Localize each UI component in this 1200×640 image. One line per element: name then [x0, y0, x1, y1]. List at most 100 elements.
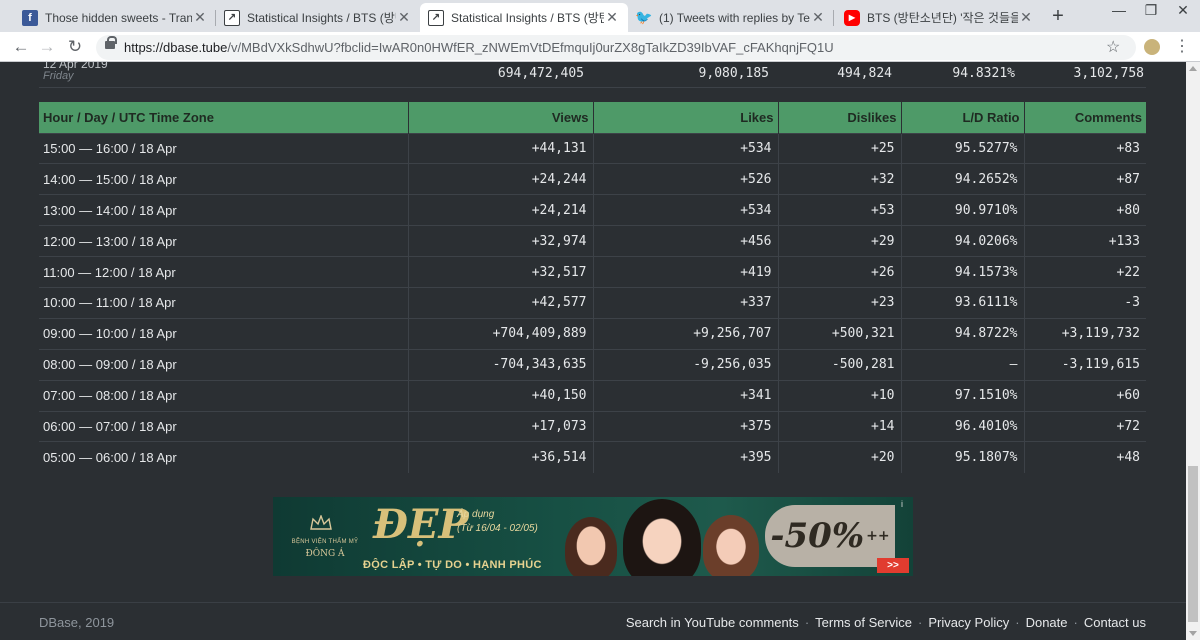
row-likes: +341: [593, 379, 779, 412]
ad-brand-line1: BỆNH VIỆN THẨM MỸ: [291, 539, 359, 545]
dbase-icon: ↗: [428, 9, 444, 26]
browser-menu-icon[interactable]: ⋮: [1174, 36, 1190, 56]
table-row: 05:00 — 06:00 / 18 Apr +36,514 +395 +20 95.1…: [39, 441, 1146, 473]
tab-dbase-1[interactable]: ↗ Statistical Insights / BTS (방탄소년단) '작은…: [216, 3, 420, 32]
row-likes: +534: [593, 132, 779, 164]
scrollbar-thumb[interactable]: [1188, 466, 1198, 622]
tab-title: Statistical Insights / BTS (방탄소년단) '작은 것…: [247, 11, 396, 25]
scroll-down-icon[interactable]: [1189, 631, 1197, 636]
close-icon[interactable]: ✕: [396, 9, 412, 26]
daily-dislikes: 494,824: [837, 66, 892, 81]
header-ratio: L/D Ratio: [901, 102, 1025, 133]
ad-headline: ĐẸP: [373, 501, 469, 548]
table-row: 13:00 — 14:00 / 18 Apr +24,214 +534 +53 90.9…: [39, 194, 1146, 226]
row-ratio: –: [901, 348, 1025, 381]
back-icon[interactable]: ←: [10, 36, 32, 58]
header-likes: Likes: [593, 102, 779, 133]
table-row: 15:00 — 16:00 / 18 Apr +44,131 +534 +25 95.5…: [39, 132, 1146, 164]
row-ratio: 94.0206%: [901, 225, 1025, 257]
tab-youtube[interactable]: ▶ BTS (방탄소년단) '작은 것들을 위한 시 (Boy With Luv…: [836, 3, 1042, 32]
row-hour: 12:00 — 13:00 / 18 Apr: [39, 225, 409, 257]
bookmark-star-icon[interactable]: ☆: [1106, 37, 1120, 57]
footer-link-privacy[interactable]: Privacy Policy: [928, 615, 1009, 630]
ad-info-icon[interactable]: i: [901, 499, 903, 509]
close-icon[interactable]: ✕: [604, 9, 620, 26]
row-likes: +419: [593, 256, 779, 288]
row-likes: +337: [593, 286, 779, 319]
advertisement-banner[interactable]: BỆNH VIỆN THẨM MỸ ĐÔNG Á ĐẸP Áp dụng (Từ…: [273, 497, 913, 576]
row-comments: +72: [1024, 410, 1146, 442]
row-views: +704,409,889: [408, 317, 594, 350]
footer-link-search-comments[interactable]: Search in YouTube comments: [626, 615, 799, 630]
row-ratio: 93.6111%: [901, 286, 1025, 319]
browser-toolbar: ← → ↻ https://dbase.tube/v/MBdVXkSdhwU?f…: [0, 32, 1200, 62]
row-likes: +9,256,707: [593, 317, 779, 350]
row-hour: 13:00 — 14:00 / 18 Apr: [39, 194, 409, 226]
tab-title: Those hidden sweets - Trang chủ: [45, 10, 192, 25]
row-dislikes: +26: [778, 256, 902, 288]
row-likes: -9,256,035: [593, 348, 779, 381]
ad-dates: (Từ 16/04 - 02/05): [457, 523, 538, 534]
row-ratio: 94.1573%: [901, 256, 1025, 288]
row-views: +40,150: [408, 379, 594, 412]
row-comments: -3,119,615: [1024, 348, 1146, 381]
close-icon[interactable]: ✕: [192, 9, 208, 26]
daily-summary-row: 12 Apr 2019 Friday 694,472,405 9,080,185…: [39, 62, 1146, 88]
footer-link-terms[interactable]: Terms of Service: [815, 615, 912, 630]
ad-discount: -50% ++: [765, 505, 895, 567]
tab-title: Statistical Insights / BTS (방탄소년단) '작은 것…: [451, 11, 604, 25]
row-hour: 10:00 — 11:00 / 18 Apr: [39, 286, 409, 319]
row-hour: 14:00 — 15:00 / 18 Apr: [39, 163, 409, 195]
row-hour: 09:00 — 10:00 / 18 Apr: [39, 317, 409, 350]
tab-twitter[interactable]: 🐦 (1) Tweets with replies by TeamYoutube…: [628, 3, 834, 32]
footer-link-donate[interactable]: Donate: [1026, 615, 1068, 630]
row-comments: +83: [1024, 132, 1146, 164]
ad-cta-button[interactable]: >>: [877, 558, 909, 573]
row-dislikes: +25: [778, 132, 902, 164]
address-bar[interactable]: https://dbase.tube/v/MBdVXkSdhwU?fbclid=…: [96, 35, 1136, 60]
row-views: +24,214: [408, 194, 594, 226]
row-views: +36,514: [408, 441, 594, 473]
row-dislikes: +23: [778, 286, 902, 319]
tab-title: (1) Tweets with replies by TeamYoutube: [659, 10, 810, 25]
window-close-icon[interactable]: ✕: [1168, 2, 1198, 22]
row-hour: 07:00 — 08:00 / 18 Apr: [39, 379, 409, 412]
new-tab-button[interactable]: +: [1046, 5, 1070, 29]
row-dislikes: +500,321: [778, 317, 902, 350]
header-views: Views: [408, 102, 594, 133]
dbase-icon: ↗: [224, 9, 240, 26]
row-comments: +87: [1024, 163, 1146, 195]
restore-icon[interactable]: ❐: [1136, 2, 1166, 22]
row-ratio: 90.9710%: [901, 194, 1025, 226]
facebook-icon: f: [22, 9, 38, 26]
row-comments: +133: [1024, 225, 1146, 257]
page-footer: DBase, 2019 Search in YouTube comments · T…: [0, 602, 1186, 640]
header-hour: Hour / Day / UTC Time Zone: [39, 102, 409, 133]
row-likes: +375: [593, 410, 779, 442]
row-likes: +534: [593, 194, 779, 226]
row-comments: -3: [1024, 286, 1146, 319]
table-row: 14:00 — 15:00 / 18 Apr +24,244 +526 +32 94.2…: [39, 163, 1146, 195]
close-icon[interactable]: ✕: [1018, 9, 1034, 26]
crown-logo-icon: [310, 515, 332, 530]
scroll-up-icon[interactable]: [1189, 66, 1197, 71]
vertical-scrollbar[interactable]: [1186, 62, 1200, 640]
footer-link-contact[interactable]: Contact us: [1084, 615, 1146, 630]
row-views: +24,244: [408, 163, 594, 195]
table-row: 07:00 — 08:00 / 18 Apr +40,150 +341 +10 97.1…: [39, 379, 1146, 412]
close-icon[interactable]: ✕: [810, 9, 826, 26]
row-comments: +3,119,732: [1024, 317, 1146, 350]
daily-day: Friday: [43, 70, 74, 82]
extension-icon[interactable]: [1144, 39, 1160, 55]
ad-model-image: [565, 517, 617, 576]
forward-icon[interactable]: →: [36, 36, 58, 58]
row-views: +32,974: [408, 225, 594, 257]
tab-dbase-active[interactable]: ↗ Statistical Insights / BTS (방탄소년단) '작은…: [420, 3, 628, 32]
reload-icon[interactable]: ↻: [64, 36, 86, 58]
row-ratio: 94.8722%: [901, 317, 1025, 350]
ad-model-image: [703, 515, 759, 576]
tab-facebook[interactable]: f Those hidden sweets - Trang chủ ✕: [14, 3, 216, 32]
minimize-icon[interactable]: —: [1104, 2, 1134, 22]
row-hour: 15:00 — 16:00 / 18 Apr: [39, 132, 409, 164]
row-views: +44,131: [408, 132, 594, 164]
